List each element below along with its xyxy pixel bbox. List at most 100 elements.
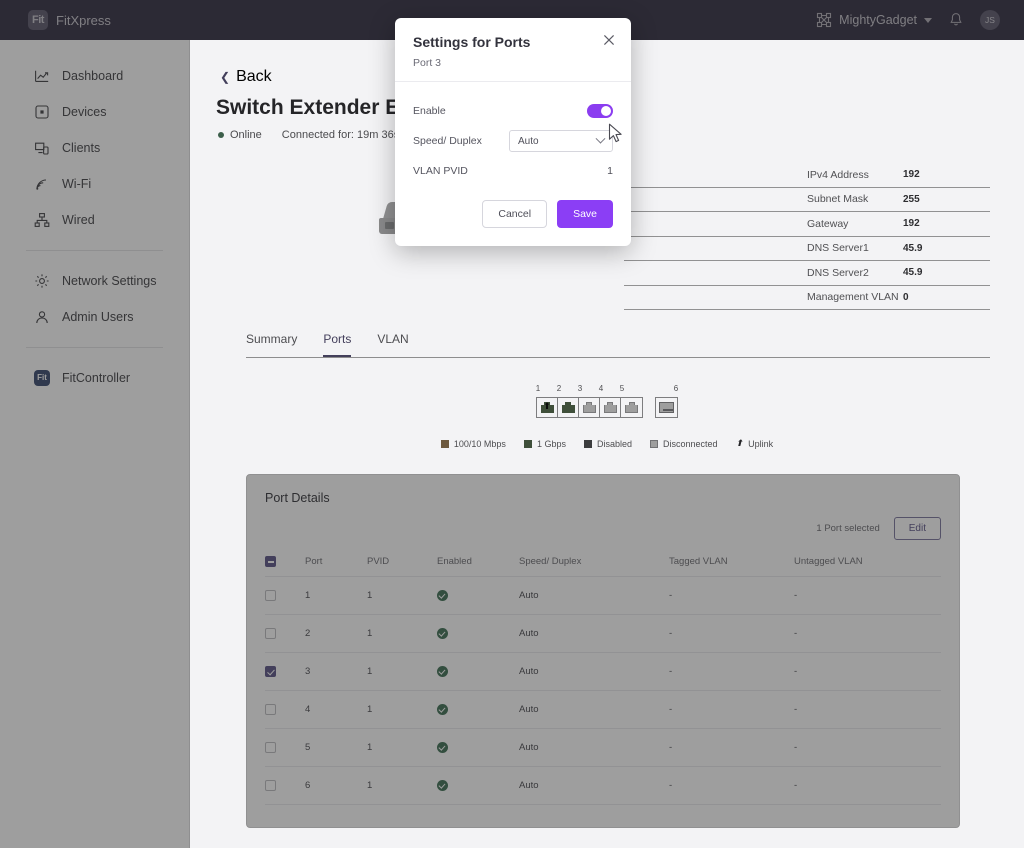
avatar[interactable]: JS bbox=[980, 10, 1000, 30]
row-select-cell bbox=[265, 690, 305, 729]
table-row[interactable]: 2 1 Auto - - bbox=[265, 614, 941, 653]
legend-item-1gbps: 1 Gbps bbox=[523, 439, 566, 449]
spec-row-gateway: Gateway 192 bbox=[807, 212, 990, 237]
row-checkbox[interactable] bbox=[265, 666, 276, 677]
chart-line-icon bbox=[35, 70, 49, 82]
cell-speed-duplex: Auto bbox=[519, 614, 669, 653]
sidebar-item-wifi[interactable]: Wi-Fi bbox=[0, 166, 189, 202]
sidebar-item-network-settings[interactable]: Network Settings bbox=[0, 263, 189, 299]
cell-speed-duplex: Auto bbox=[519, 690, 669, 729]
port-slot-3[interactable] bbox=[579, 398, 600, 417]
chevron-left-icon: ❮ bbox=[220, 70, 231, 84]
spec-row bbox=[624, 286, 807, 310]
modal-footer: Cancel Save bbox=[395, 186, 631, 246]
spec-key: IPv4 Address bbox=[807, 168, 869, 181]
cell-port: 4 bbox=[305, 690, 367, 729]
cell-enabled bbox=[437, 728, 519, 767]
sidebar-item-label: Admin Users bbox=[62, 310, 134, 324]
spec-row bbox=[624, 261, 807, 286]
port-slot-1[interactable]: ⬆ bbox=[537, 398, 558, 417]
cell-pvid: 1 bbox=[367, 766, 437, 805]
port-details-table: Port PVID Enabled Speed/ Duplex Tagged V… bbox=[265, 550, 941, 805]
column-header-speed-duplex: Speed/ Duplex bbox=[519, 550, 669, 577]
spec-value: 45.9 bbox=[903, 242, 923, 254]
enabled-check-icon bbox=[437, 666, 448, 677]
enable-toggle[interactable] bbox=[587, 104, 613, 118]
tab-ports[interactable]: Ports bbox=[323, 332, 352, 357]
card-title: Port Details bbox=[265, 491, 330, 505]
cell-untagged-vlan: - bbox=[794, 576, 941, 615]
edit-button[interactable]: Edit bbox=[893, 517, 941, 540]
cell-port: 1 bbox=[305, 576, 367, 615]
sidebar: Dashboard Devices Clients Wi-Fi Wired Ne… bbox=[0, 40, 190, 848]
rj45-jack-icon bbox=[582, 402, 596, 413]
spec-row-mgmt-vlan: Management VLAN 0 bbox=[807, 286, 990, 310]
cell-pvid: 1 bbox=[367, 652, 437, 691]
select-all-checkbox[interactable] bbox=[265, 556, 276, 567]
table-row[interactable]: 1 1 Auto - - bbox=[265, 576, 941, 615]
cell-enabled bbox=[437, 690, 519, 729]
sidebar-item-label: FitController bbox=[62, 371, 131, 385]
row-checkbox[interactable] bbox=[265, 704, 276, 715]
network-selector[interactable]: MightyGadget bbox=[816, 12, 932, 28]
sidebar-item-fitcontroller[interactable]: Fit FitController bbox=[0, 360, 189, 396]
cell-pvid: 1 bbox=[367, 614, 437, 653]
row-select-cell bbox=[265, 614, 305, 653]
port-settings-modal: Settings for Ports Port 3 Enable Speed/ … bbox=[395, 18, 631, 246]
close-icon[interactable] bbox=[601, 32, 617, 48]
cell-enabled bbox=[437, 576, 519, 615]
spec-value: 45.9 bbox=[903, 267, 923, 279]
uplink-arrow-icon: ⬆ bbox=[735, 438, 744, 448]
modal-title: Settings for Ports bbox=[413, 34, 531, 50]
device-specs: IPv4 Address 192 Subnet Mask 255 Gateway… bbox=[624, 157, 990, 310]
port-slot-6[interactable] bbox=[656, 398, 677, 417]
status-dot-icon bbox=[218, 132, 224, 138]
table-row[interactable]: 5 1 Auto - - bbox=[265, 728, 941, 767]
port-slot-2[interactable] bbox=[558, 398, 579, 417]
tab-summary[interactable]: Summary bbox=[246, 332, 297, 357]
row-checkbox[interactable] bbox=[265, 590, 276, 601]
port-slot-5[interactable] bbox=[621, 398, 642, 417]
cell-untagged-vlan: - bbox=[794, 728, 941, 767]
speed-duplex-select[interactable]: Auto bbox=[509, 130, 613, 152]
gear-icon bbox=[35, 274, 49, 288]
sidebar-item-wired[interactable]: Wired bbox=[0, 202, 189, 238]
sidebar-divider-1 bbox=[26, 250, 163, 251]
row-select-cell bbox=[265, 766, 305, 805]
table-row[interactable]: 3 1 Auto - - bbox=[265, 652, 941, 691]
row-select-cell bbox=[265, 728, 305, 767]
cell-untagged-vlan: - bbox=[794, 690, 941, 729]
row-checkbox[interactable] bbox=[265, 628, 276, 639]
tab-vlan[interactable]: VLAN bbox=[377, 332, 408, 357]
sidebar-item-admin-users[interactable]: Admin Users bbox=[0, 299, 189, 335]
spec-row-subnet: Subnet Mask 255 bbox=[807, 188, 990, 212]
cell-untagged-vlan: - bbox=[794, 766, 941, 805]
sidebar-item-clients[interactable]: Clients bbox=[0, 130, 189, 166]
sidebar-item-dashboard[interactable]: Dashboard bbox=[0, 58, 189, 94]
table-row[interactable]: 4 1 Auto - - bbox=[265, 690, 941, 729]
spec-value: 255 bbox=[903, 193, 920, 205]
row-checkbox[interactable] bbox=[265, 780, 276, 791]
legend-swatch-icon bbox=[650, 439, 658, 448]
save-button[interactable]: Save bbox=[557, 200, 613, 228]
sidebar-item-label: Devices bbox=[62, 105, 107, 119]
sidebar-item-label: Wi-Fi bbox=[62, 177, 92, 191]
bell-icon[interactable] bbox=[948, 12, 964, 28]
fitxpress-logo-icon: Fit bbox=[28, 10, 48, 30]
vlan-pvid-value: 1 bbox=[607, 165, 613, 177]
brand-logo[interactable]: Fit FitXpress bbox=[0, 10, 190, 30]
card-toolbar: 1 Port selected Edit bbox=[265, 517, 941, 540]
cell-pvid: 1 bbox=[367, 576, 437, 615]
modal-header: Settings for Ports Port 3 bbox=[395, 18, 631, 82]
spec-key: DNS Server2 bbox=[807, 266, 869, 279]
fit-logo-icon: Fit bbox=[34, 370, 50, 386]
cancel-button[interactable]: Cancel bbox=[482, 200, 548, 228]
sidebar-item-devices[interactable]: Devices bbox=[0, 94, 189, 130]
row-checkbox[interactable] bbox=[265, 742, 276, 753]
table-row[interactable]: 6 1 Auto - - bbox=[265, 766, 941, 805]
port-group-sfp bbox=[655, 397, 678, 418]
column-header-pvid: PVID bbox=[367, 550, 437, 577]
port-slot-4[interactable] bbox=[600, 398, 621, 417]
spec-value: 192 bbox=[903, 169, 920, 181]
enable-label: Enable bbox=[413, 105, 446, 117]
